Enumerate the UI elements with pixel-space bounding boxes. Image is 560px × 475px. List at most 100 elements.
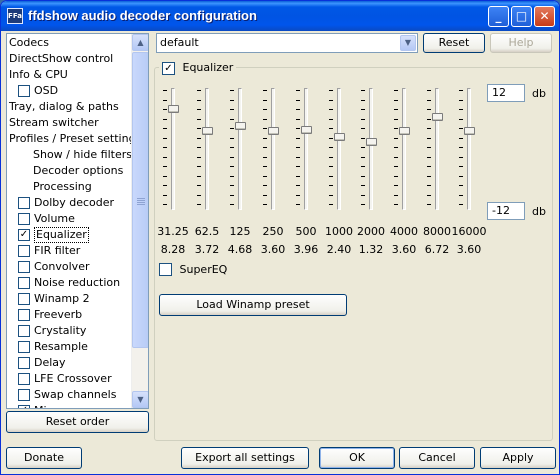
eq-slider-track[interactable] [467,88,471,210]
sidebar-checkbox[interactable] [18,309,30,321]
sidebar-checkbox[interactable]: ✓ [18,405,30,408]
sidebar-checkbox[interactable] [18,389,30,401]
window-title: ffdshow audio decoder configuration [28,8,257,23]
sidebar-item-lfe-crossover[interactable]: LFE Crossover [7,371,131,387]
eq-slider-thumb[interactable] [268,127,279,136]
eq-band-gain: 3.60 [456,243,482,256]
eq-slider-tick [427,185,431,186]
sidebar-item-convolver[interactable]: Convolver [7,259,131,275]
eq-slider-track[interactable] [402,88,406,210]
sidebar-checkbox[interactable] [18,197,30,209]
sidebar-item-winamp-2[interactable]: Winamp 2 [7,291,131,307]
sidebar-item-crystality[interactable]: Crystality [7,323,131,339]
equalizer-enable-checkbox[interactable]: ✓ [162,61,175,75]
sidebar-item-stream-switcher[interactable]: Stream switcher [7,115,131,131]
sidebar-item-mixer[interactable]: ✓ Mixer [7,403,131,408]
eq-slider-track[interactable] [337,88,341,210]
eq-slider-thumb[interactable] [202,126,213,135]
donate-button[interactable]: Donate [6,447,82,469]
chevron-down-icon[interactable]: ▼ [400,35,416,51]
eq-slider-track[interactable] [304,88,308,210]
minimize-button[interactable]: _ [488,6,509,27]
sidebar-item-resample[interactable]: Resample [7,339,131,355]
sidebar-item-freeverb[interactable]: Freeverb [7,307,131,323]
preset-dropdown[interactable]: default ▼ [156,33,418,53]
maximize-button[interactable]: □ [511,6,532,27]
scroll-down-arrow-icon[interactable]: ▼ [132,391,148,408]
eq-slider-tick [263,194,267,196]
max-db-field[interactable]: 12 [487,84,525,102]
sidebar-item-show-hide-filters[interactable]: Show / hide filters [7,147,132,163]
close-button[interactable]: ✕ [534,6,555,27]
filter-list[interactable]: Codecs DirectShow control Info & CPU OSD Tra… [6,33,149,409]
eq-slider-tick [197,109,201,110]
sidebar-item-processing[interactable]: Processing [7,179,131,195]
eq-slider-thumb[interactable] [464,127,475,136]
sidebar-item-delay[interactable]: Delay [7,355,131,371]
equalizer-group-header[interactable]: ✓ Equalizer [159,61,237,75]
min-db-field[interactable]: -12 [487,202,525,220]
eq-band-frequency: 125 [229,225,251,238]
sidebar-item-directshow-control[interactable]: DirectShow control [7,51,131,67]
eq-slider-tick [263,204,267,205]
sidebar-item-info-cpu[interactable]: Info & CPU [7,67,131,83]
eq-slider-track[interactable] [435,88,439,210]
eq-slider-thumb[interactable] [399,127,410,136]
eq-slider-thumb[interactable] [432,112,443,121]
eq-slider-thumb[interactable] [334,132,345,141]
sidebar-item-tray-dialog-paths[interactable]: Tray, dialog & paths [7,99,131,115]
sidebar-checkbox[interactable] [18,357,30,369]
eq-slider-tick [459,194,463,196]
eq-slider-tick [459,109,463,110]
eq-slider-tick [230,166,234,167]
eq-slider-thumb[interactable] [168,105,179,114]
eq-slider-tick [459,90,463,91]
sidebar-item-decoder-options[interactable]: Decoder options [7,163,131,179]
load-winamp-preset-button[interactable]: Load Winamp preset [159,294,347,316]
eq-slider-thumb[interactable] [366,137,377,146]
sidebar-checkbox[interactable] [18,85,30,97]
sidebar-checkbox[interactable] [18,293,30,305]
sidebar-checkbox[interactable] [18,277,30,289]
ok-button[interactable]: OK [319,447,395,469]
sidebar-checkbox[interactable] [18,341,30,353]
sidebar-checkbox[interactable] [18,325,30,337]
sidebar-scrollbar[interactable]: ▲ ▼ [131,34,148,408]
eq-slider-thumb[interactable] [235,122,246,131]
eq-slider-track[interactable] [205,88,209,210]
title-bar[interactable]: FFa ffdshow audio decoder configuration … [1,1,559,31]
scroll-up-arrow-icon[interactable]: ▲ [132,34,148,51]
sidebar-checkbox[interactable] [18,245,30,257]
scroll-thumb[interactable] [132,52,148,348]
sidebar-item-dolby-decoder[interactable]: Dolby decoder [7,195,131,211]
sidebar-item-profiles-preset-settings[interactable]: Profiles / Preset settings [7,131,141,147]
export-settings-button[interactable]: Export all settings [181,447,309,469]
eq-slider-track[interactable] [369,88,373,210]
eq-slider-tick [197,185,201,186]
sidebar-item-fir-filter[interactable]: FIR filter [7,243,131,259]
sidebar-item-equalizer[interactable]: ✓ Equalizer [7,227,131,243]
cancel-button[interactable]: Cancel [399,447,475,469]
sidebar-checkbox[interactable] [18,261,30,273]
eq-slider-tick [230,147,234,148]
supereq-checkbox[interactable] [159,262,172,276]
supereq-option[interactable]: SuperEQ [159,262,227,276]
sidebar-item-codecs[interactable]: Codecs [7,35,131,51]
apply-button[interactable]: Apply [480,447,556,469]
sidebar-checkbox[interactable] [18,213,30,225]
eq-slider-tick [230,185,234,186]
eq-slider-track[interactable] [238,88,242,210]
sidebar-item-osd[interactable]: OSD [7,83,131,99]
sidebar-item-swap-channels[interactable]: Swap channels [7,387,131,403]
reset-order-button[interactable]: Reset order [6,411,149,433]
sidebar-checkbox[interactable] [18,373,30,385]
sidebar-item-noise-reduction[interactable]: Noise reduction [7,275,131,291]
eq-slider-tick [394,118,398,120]
eq-slider-track[interactable] [271,88,275,210]
sidebar-checkbox[interactable]: ✓ [18,229,30,241]
help-button[interactable]: Help [490,33,552,53]
eq-slider-thumb[interactable] [301,125,312,134]
eq-slider-tick [263,156,267,158]
sidebar-item-volume[interactable]: Volume [7,211,131,227]
reset-preset-button[interactable]: Reset [423,33,485,53]
